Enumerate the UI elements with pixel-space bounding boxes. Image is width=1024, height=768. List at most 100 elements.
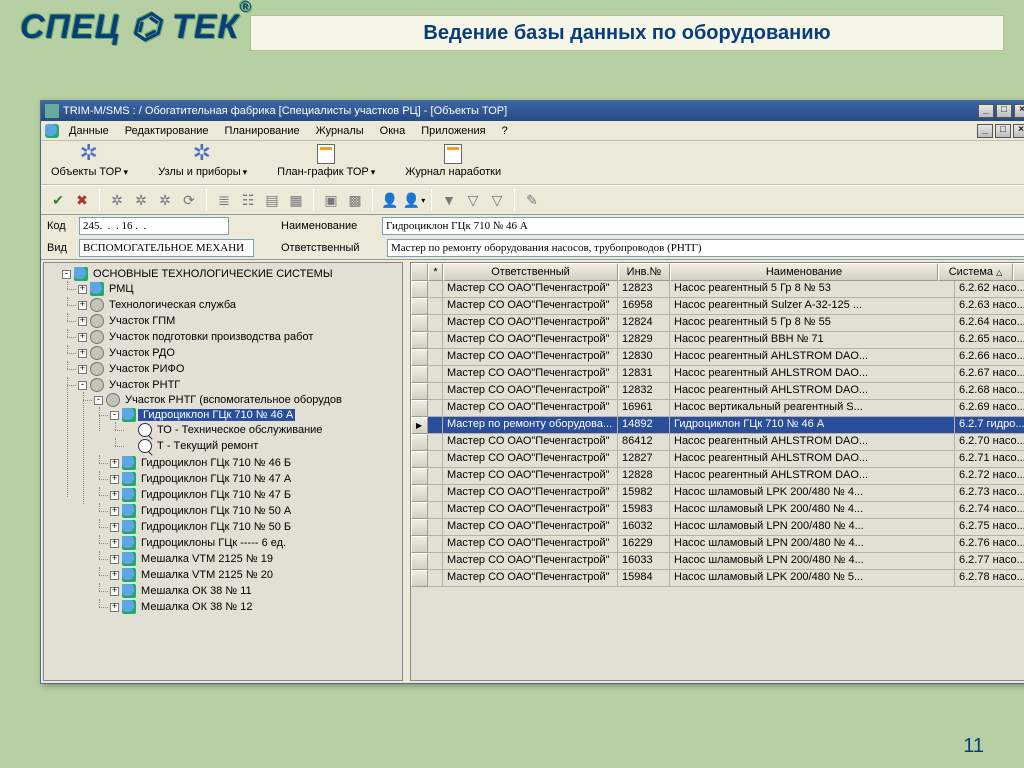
gear-icon[interactable]: ✲ (130, 189, 152, 211)
table-row[interactable]: Мастер СО ОАО"Печенгастрой"12827Насос ре… (411, 451, 1024, 468)
table-row[interactable]: Мастер СО ОАО"Печенгастрой"16033Насос шл… (411, 553, 1024, 570)
mdi-restore-button[interactable]: □ (995, 124, 1011, 138)
expand-icon[interactable]: + (110, 459, 119, 468)
tree-item[interactable]: + Гидроциклон ГЦк 710 № 47 Б (110, 487, 400, 503)
funnel3-icon[interactable]: ▽ (486, 189, 508, 211)
tree-item[interactable]: - Участок РНТГ (вспомогательное оборудов… (94, 392, 400, 616)
funnel1-icon[interactable]: ▼ (438, 189, 460, 211)
menu-item[interactable]: Окна (372, 123, 414, 139)
tree-item[interactable]: + Участок ГПМ (78, 313, 400, 329)
col-name[interactable]: Наименование (670, 263, 938, 281)
tree-item[interactable]: + Гидроциклон ГЦк 710 № 50 А (110, 503, 400, 519)
kind-input[interactable] (79, 239, 254, 257)
tree-item[interactable]: - Участок РНТГ- Участок РНТГ (вспомогате… (78, 377, 400, 617)
expand-icon[interactable]: + (78, 333, 87, 342)
expand-icon[interactable]: + (78, 349, 87, 358)
menu-item[interactable]: Планирование (217, 123, 308, 139)
gear-icon[interactable]: ✲ (154, 189, 176, 211)
table-row[interactable]: Мастер СО ОАО"Печенгастрой"15984Насос шл… (411, 570, 1024, 587)
name-input[interactable] (382, 217, 1024, 235)
responsible-input[interactable] (387, 239, 1024, 257)
collapse-icon[interactable]: - (94, 396, 103, 405)
table-row[interactable]: Мастер СО ОАО"Печенгастрой"12832Насос ре… (411, 383, 1024, 400)
tree-item[interactable]: Т - Тeкущий ремонт (126, 438, 400, 454)
menu-item[interactable]: Данные (61, 123, 117, 139)
minimize-button[interactable]: _ (978, 104, 994, 118)
expand-icon[interactable]: + (110, 475, 119, 484)
tree-item[interactable]: + Технологическая служба (78, 297, 400, 313)
table-row[interactable]: Мастер СО ОАО"Печенгастрой"86412Насос ре… (411, 434, 1024, 451)
tree-item[interactable]: ТО - Техническое обслуживание (126, 422, 400, 438)
col-inventory[interactable]: Инв.№ (618, 263, 670, 281)
table-row[interactable]: Мастер СО ОАО"Печенгастрой"16229Насос шл… (411, 536, 1024, 553)
table-row[interactable]: Мастер СО ОАО"Печенгастрой"12824Насос ре… (411, 315, 1024, 332)
expand-icon[interactable]: + (78, 285, 87, 294)
grid-body[interactable]: Мастер СО ОАО"Печенгастрой"12823Насос ре… (411, 281, 1024, 680)
tree-item[interactable]: + Мешалка VTM 2125 № 20 (110, 567, 400, 583)
toolbar-button[interactable]: План-график ТОР ▾ (277, 144, 375, 178)
tree-root[interactable]: - ОСНОВНЫЕ ТЕХНОЛОГИЧЕСКИЕ СИСТЕМЫ+ РМЦ+… (62, 266, 400, 618)
table-row[interactable]: Мастер СО ОАО"Печенгастрой"16032Насос шл… (411, 519, 1024, 536)
tree-item[interactable]: + Гидроциклон ГЦк 710 № 50 Б (110, 519, 400, 535)
maximize-button[interactable]: □ (996, 104, 1012, 118)
tree-item[interactable]: + Гидроциклон ГЦк 710 № 46 Б (110, 455, 400, 471)
boxE-icon[interactable]: ▣ (320, 189, 342, 211)
tree-item[interactable]: - Гидроциклон ГЦк 710 № 46 А ТО - Технич… (110, 407, 400, 455)
tree-icon[interactable]: ☷ (237, 189, 259, 211)
boxG-icon[interactable]: ▩ (344, 189, 366, 211)
close-button[interactable]: × (1014, 104, 1024, 118)
user-icon[interactable]: 👤 (379, 189, 401, 211)
table-row[interactable]: Мастер СО ОАО"Печенгастрой"12831Насос ре… (411, 366, 1024, 383)
window-titlebar[interactable]: TRIM-M/SMS : / Обогатительная фабрика [С… (41, 101, 1024, 121)
table-row[interactable]: Мастер СО ОАО"Печенгастрой"12829Насос ре… (411, 332, 1024, 349)
tree-item[interactable]: + Гидроциклоны ГЦк ----- 6 ед. (110, 535, 400, 551)
userdd-icon[interactable]: 👤 (403, 189, 425, 211)
col-system[interactable]: Система △ (938, 263, 1013, 281)
collapse-icon[interactable]: - (78, 381, 87, 390)
expand-icon[interactable]: + (110, 507, 119, 516)
expand-icon[interactable]: + (78, 317, 87, 326)
col-responsible[interactable]: Ответственный (443, 263, 618, 281)
expand-icon[interactable]: + (78, 301, 87, 310)
table-row[interactable]: Мастер СО ОАО"Печенгастрой"12823Насос ре… (411, 281, 1024, 298)
mdi-minimize-button[interactable]: _ (977, 124, 993, 138)
tree-item[interactable]: + Мешалка ОК 38 № 11 (110, 583, 400, 599)
expand-icon[interactable]: + (110, 491, 119, 500)
wizard-icon[interactable]: ✎ (521, 189, 543, 211)
mdi-close-button[interactable]: × (1013, 124, 1024, 138)
toolbar-button[interactable]: Журнал наработки (405, 144, 501, 178)
tree-item[interactable]: + РМЦ (78, 281, 400, 297)
tree-panel[interactable]: - ОСНОВНЫЕ ТЕХНОЛОГИЧЕСКИЕ СИСТЕМЫ+ РМЦ+… (43, 262, 403, 681)
table-row[interactable]: Мастер СО ОАО"Печенгастрой"12828Насос ре… (411, 468, 1024, 485)
expand-icon[interactable]: + (110, 603, 119, 612)
sheet-icon[interactable]: ▤ (261, 189, 283, 211)
code-input[interactable] (79, 217, 229, 235)
tree-item[interactable]: + Участок РИФО (78, 361, 400, 377)
xmark-icon[interactable]: ✖ (71, 189, 93, 211)
expand-icon[interactable]: + (110, 587, 119, 596)
toolbar-button[interactable]: Объекты ТОР ▾ (51, 144, 128, 178)
toolbar-button[interactable]: Узлы и приборы ▾ (158, 144, 247, 178)
expand-icon[interactable]: + (110, 523, 119, 532)
gear-icon[interactable]: ✲ (106, 189, 128, 211)
card-icon[interactable]: ▦ (285, 189, 307, 211)
funnel2-icon[interactable]: ▽ (462, 189, 484, 211)
col-marker[interactable]: * (428, 263, 443, 281)
menu-item[interactable]: Журналы (308, 123, 372, 139)
expand-icon[interactable]: + (110, 539, 119, 548)
expand-icon[interactable]: + (78, 365, 87, 374)
stack-icon[interactable]: ≣ (213, 189, 235, 211)
table-row[interactable]: Мастер СО ОАО"Печенгастрой"16958Насос ре… (411, 298, 1024, 315)
collapse-icon[interactable]: - (110, 411, 119, 420)
refresh-icon[interactable]: ⟳ (178, 189, 200, 211)
tree-item[interactable]: + Участок РДО (78, 345, 400, 361)
table-row[interactable]: Мастер СО ОАО"Печенгастрой"16961Насос ве… (411, 400, 1024, 417)
menu-item[interactable]: Приложения (413, 123, 493, 139)
grid-panel[interactable]: * Ответственный Инв.№ Наименование Систе… (410, 262, 1024, 681)
tree-item[interactable]: + Участок подготовки производства работ (78, 329, 400, 345)
menu-item[interactable]: Редактирование (117, 123, 217, 139)
menu-item[interactable]: ? (494, 123, 516, 139)
tree-item[interactable]: + Гидроциклон ГЦк 710 № 47 А (110, 471, 400, 487)
tree-item[interactable]: + Мешалка VTM 2125 № 19 (110, 551, 400, 567)
expand-icon[interactable]: + (110, 571, 119, 580)
